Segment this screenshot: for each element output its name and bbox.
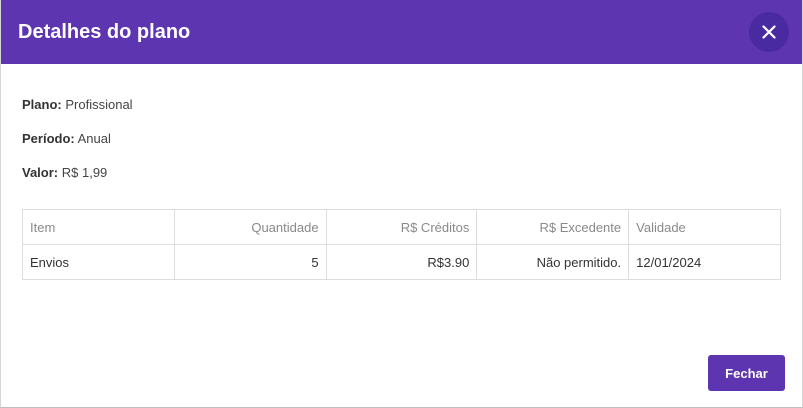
- cell-item: Envios: [22, 244, 175, 280]
- valor-line: Valor: R$ 1,99: [22, 166, 781, 180]
- plano-line: Plano: Profissional: [22, 98, 781, 112]
- modal-header: Detalhes do plano: [1, 0, 802, 64]
- fechar-button[interactable]: Fechar: [708, 355, 785, 391]
- periodo-line: Período: Anual: [22, 132, 781, 146]
- plan-details-modal: Detalhes do plano Plano: Profissional Pe…: [0, 0, 803, 408]
- cell-quantidade: 5: [173, 244, 327, 280]
- periodo-value: Anual: [77, 131, 111, 146]
- close-button[interactable]: [749, 12, 789, 52]
- close-icon: [762, 25, 776, 39]
- table-header-row: Item Quantidade R$ Créditos R$ Excedente…: [22, 209, 781, 245]
- periodo-label: Período:: [22, 131, 75, 146]
- modal-body: Plano: Profissional Período: Anual Valor…: [1, 64, 802, 280]
- plano-label: Plano:: [22, 97, 62, 112]
- plan-items-table: Item Quantidade R$ Créditos R$ Excedente…: [22, 209, 781, 280]
- cell-creditos: R$3.90: [325, 244, 478, 280]
- column-header-excedente: R$ Excedente: [476, 209, 630, 245]
- column-header-quantidade: Quantidade: [173, 209, 327, 245]
- cell-validade: 12/01/2024: [628, 244, 781, 280]
- modal-title: Detalhes do plano: [18, 20, 191, 43]
- cell-excedente: Não permitido.: [476, 244, 630, 280]
- table-row: Envios 5 R$3.90 Não permitido. 12/01/202…: [22, 244, 781, 280]
- plano-value: Profissional: [65, 97, 133, 112]
- column-header-creditos: R$ Créditos: [325, 209, 478, 245]
- valor-label: Valor:: [22, 165, 59, 180]
- column-header-item: Item: [22, 209, 175, 245]
- column-header-validade: Validade: [628, 209, 781, 245]
- valor-value: R$ 1,99: [61, 165, 108, 180]
